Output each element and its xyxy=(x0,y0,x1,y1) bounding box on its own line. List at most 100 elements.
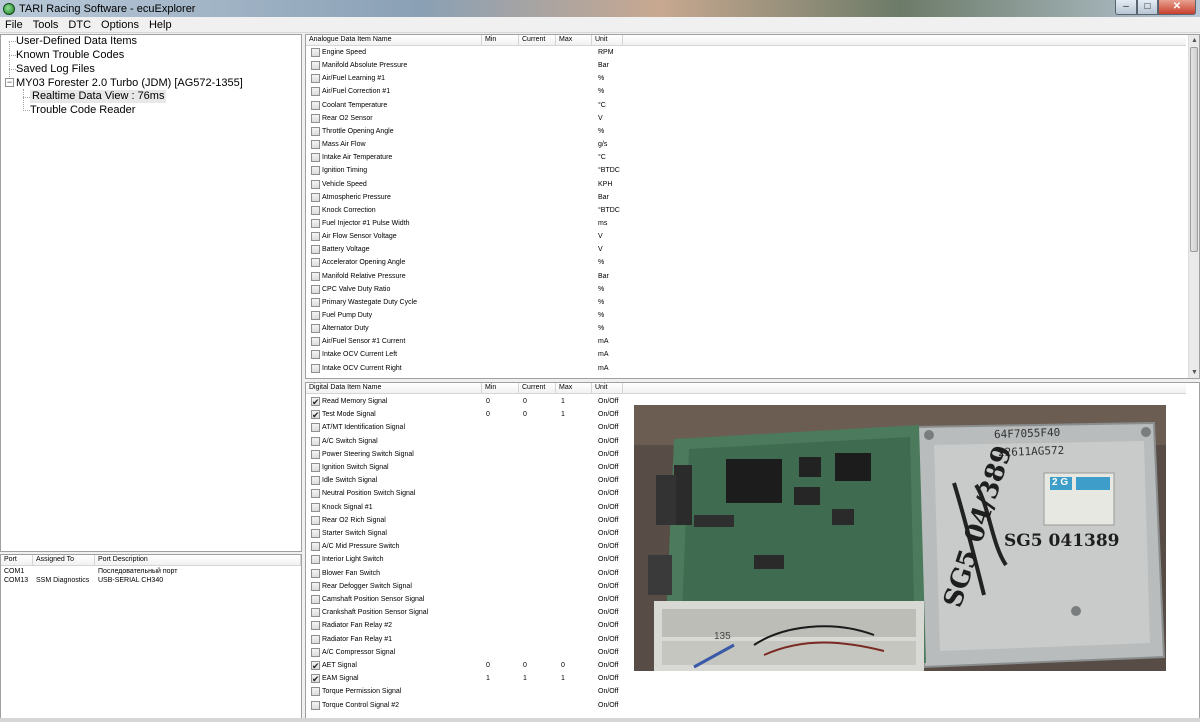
row-checkbox[interactable] xyxy=(311,647,320,657)
column-header-digital-name[interactable]: Digital Data Item Name xyxy=(306,383,482,393)
row-checkbox[interactable] xyxy=(311,218,320,228)
row-checkbox[interactable] xyxy=(311,700,320,710)
row-checkbox[interactable] xyxy=(311,502,320,512)
row-checkbox[interactable] xyxy=(311,529,320,538)
analogue-row[interactable]: Air/Fuel Correction #1% xyxy=(309,86,1189,98)
row-checkbox[interactable]: ✔ xyxy=(311,397,320,407)
row-checkbox[interactable] xyxy=(311,515,320,525)
row-checkbox[interactable] xyxy=(311,258,320,268)
row-checkbox[interactable] xyxy=(311,232,320,242)
row-checkbox[interactable] xyxy=(311,140,320,150)
row-checkbox[interactable] xyxy=(311,476,320,486)
analogue-row[interactable]: Mass Air Flow g/s xyxy=(309,139,1189,151)
tree-item-realtime-data-view[interactable]: Realtime Data View : 76ms xyxy=(30,90,167,103)
port-row[interactable]: COM1 Последовательный порт xyxy=(1,567,301,576)
column-header-max[interactable]: Max xyxy=(556,35,592,45)
column-header-current[interactable]: Current xyxy=(519,383,556,393)
row-checkbox[interactable] xyxy=(311,74,320,84)
row-checkbox[interactable] xyxy=(311,350,320,360)
menu-file[interactable]: File xyxy=(0,19,28,31)
analogue-row[interactable]: Air/Fuel Learning #1% xyxy=(309,73,1189,85)
analogue-row[interactable]: Fuel Injector #1 Pulse Width ms xyxy=(309,218,1189,230)
row-checkbox[interactable]: ✔ xyxy=(311,410,320,420)
row-checkbox[interactable] xyxy=(311,337,320,347)
row-checkbox[interactable] xyxy=(311,166,320,176)
row-checkbox[interactable] xyxy=(311,555,320,565)
row-checkbox[interactable] xyxy=(311,245,320,255)
row-checkbox[interactable] xyxy=(311,297,320,307)
analogue-row[interactable]: Intake OCV Current Right mA xyxy=(309,363,1189,375)
row-checkbox[interactable] xyxy=(311,449,320,459)
analogue-row[interactable]: Manifold Absolute Pressure Bar xyxy=(309,60,1189,72)
row-checkbox[interactable] xyxy=(311,113,320,123)
column-header-unit[interactable]: Unit xyxy=(592,383,623,393)
analogue-row[interactable]: Battery Voltage V xyxy=(309,244,1189,256)
row-checkbox[interactable] xyxy=(311,423,320,433)
row-checkbox[interactable] xyxy=(311,595,320,604)
row-checkbox[interactable] xyxy=(311,126,320,136)
column-header-unit[interactable]: Unit xyxy=(592,35,623,45)
menu-tools[interactable]: Tools xyxy=(28,19,64,31)
column-header-max[interactable]: Max xyxy=(556,383,592,393)
tree-item-trouble-code-reader[interactable]: Trouble Code Reader xyxy=(30,104,135,117)
minimize-button[interactable]: ‒ xyxy=(1115,0,1137,15)
row-checkbox[interactable] xyxy=(311,363,320,373)
analogue-row[interactable]: Atmospheric Pressure Bar xyxy=(309,192,1189,204)
row-checkbox[interactable] xyxy=(311,324,320,334)
analogue-row[interactable]: Rear O2 Sensor V xyxy=(309,113,1189,125)
column-header-assigned-to[interactable]: Assigned To xyxy=(33,555,95,565)
row-checkbox[interactable] xyxy=(311,621,320,631)
row-checkbox[interactable] xyxy=(311,311,320,320)
row-checkbox[interactable] xyxy=(311,687,320,697)
row-checkbox[interactable] xyxy=(311,634,320,644)
port-row[interactable]: COM13 SSM Diagnostics USB-SERIAL CH340 xyxy=(1,576,301,585)
analogue-row[interactable]: Throttle Opening Angle% xyxy=(309,126,1189,138)
row-checkbox[interactable] xyxy=(311,48,320,57)
column-header-min[interactable]: Min xyxy=(482,383,519,393)
row-checkbox[interactable] xyxy=(311,581,320,591)
tree-item-known-trouble-codes[interactable]: Known Trouble Codes xyxy=(16,49,124,62)
analogue-row[interactable]: Alternator Duty% xyxy=(309,323,1189,335)
row-checkbox[interactable]: ✔ xyxy=(311,661,320,671)
row-checkbox[interactable]: ✔ xyxy=(311,674,320,684)
column-header-port-description[interactable]: Port Description xyxy=(95,555,301,565)
analogue-row[interactable]: Intake OCV Current Left mA xyxy=(309,349,1189,361)
tree-item-user-defined-data-items[interactable]: User-Defined Data Items xyxy=(16,35,137,48)
row-checkbox[interactable] xyxy=(311,205,320,215)
analogue-row[interactable]: Ignition Timing °BTDC xyxy=(309,165,1189,177)
row-checkbox[interactable] xyxy=(311,542,320,552)
scroll-thumb[interactable] xyxy=(1190,47,1198,252)
row-checkbox[interactable] xyxy=(311,100,320,110)
scroll-down-icon[interactable]: ▼ xyxy=(1189,367,1199,378)
analogue-row[interactable]: CPC Valve Duty Ratio% xyxy=(309,284,1189,296)
menu-options[interactable]: Options xyxy=(96,19,144,31)
analogue-row[interactable]: Primary Wastegate Duty Cycle% xyxy=(309,297,1189,309)
analogue-row[interactable]: Air/Fuel Sensor #1 Current mA xyxy=(309,336,1189,348)
row-checkbox[interactable] xyxy=(311,179,320,189)
row-checkbox[interactable] xyxy=(311,489,320,499)
row-checkbox[interactable] xyxy=(311,192,320,202)
row-checkbox[interactable] xyxy=(311,436,320,446)
row-checkbox[interactable] xyxy=(311,271,320,281)
row-checkbox[interactable] xyxy=(311,153,320,163)
analogue-row[interactable]: Fuel Pump Duty% xyxy=(309,310,1189,322)
digital-row[interactable]: Torque Control Signal #2 On/Off xyxy=(309,700,1189,712)
menu-dtc[interactable]: DTC xyxy=(63,19,96,31)
analogue-row[interactable]: Intake Air Temperature °C xyxy=(309,152,1189,164)
analogue-row[interactable]: Manifold Relative Pressure Bar xyxy=(309,271,1189,283)
scroll-up-icon[interactable]: ▲ xyxy=(1189,35,1199,46)
row-checkbox[interactable] xyxy=(311,608,320,618)
row-checkbox[interactable] xyxy=(311,463,320,472)
row-checkbox[interactable] xyxy=(311,284,320,294)
analogue-scrollbar[interactable]: ▲ ▼ xyxy=(1188,35,1199,378)
column-header-port[interactable]: Port xyxy=(1,555,33,565)
column-header-min[interactable]: Min xyxy=(482,35,519,45)
row-checkbox[interactable] xyxy=(311,87,320,97)
column-header-current[interactable]: Current xyxy=(519,35,556,45)
row-checkbox[interactable] xyxy=(311,61,320,71)
row-checkbox[interactable] xyxy=(311,568,320,578)
digital-row[interactable]: ✔ EAM Signal 1 1 1 On/Off xyxy=(309,673,1189,685)
tree-item-saved-log-files[interactable]: Saved Log Files xyxy=(16,63,95,76)
analogue-row[interactable]: Coolant Temperature °C xyxy=(309,100,1189,112)
tree-collapse-icon[interactable]: − xyxy=(5,78,14,87)
